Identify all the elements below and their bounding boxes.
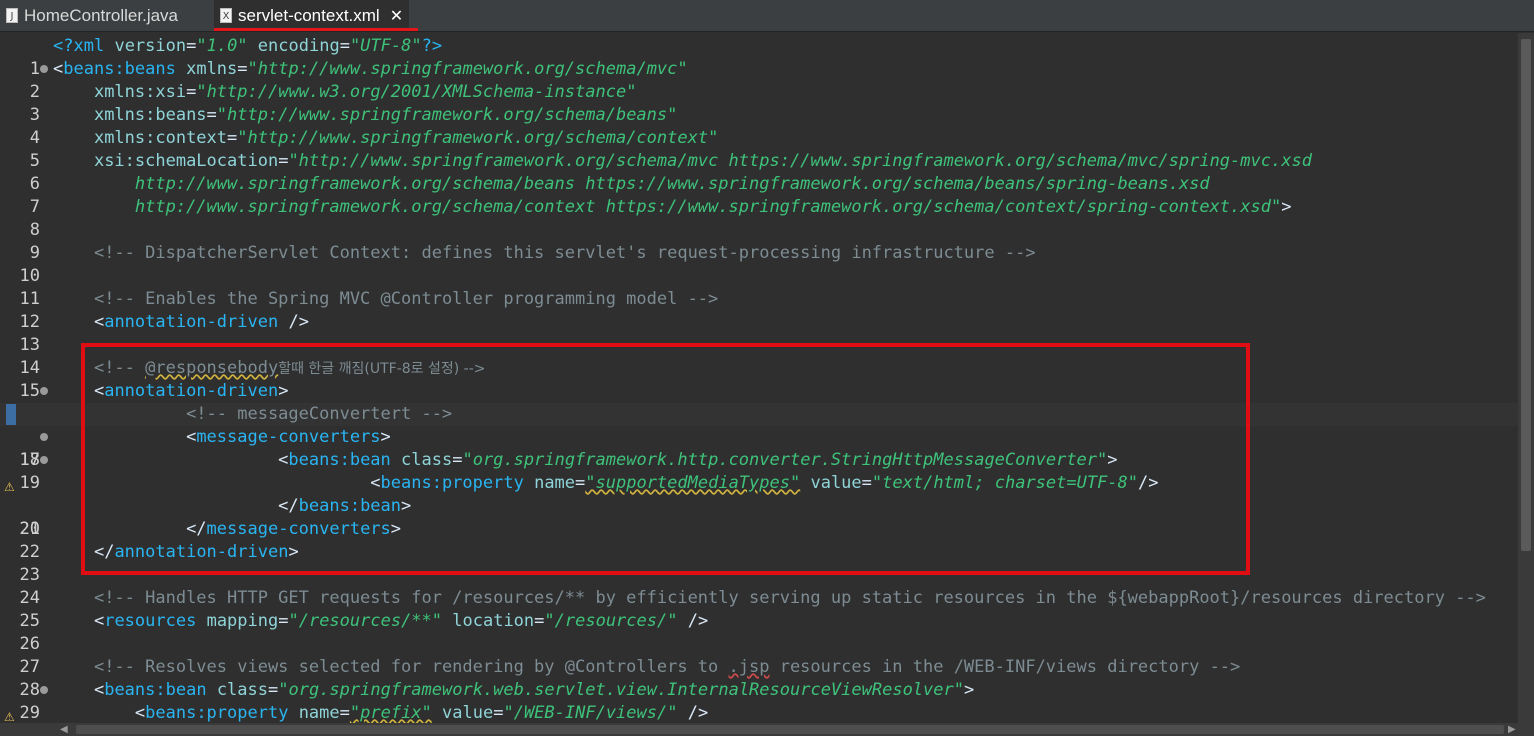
horizontal-scroll-thumb[interactable] bbox=[76, 725, 1504, 734]
code-line: 15 <!-- @responsebody할때 한글 깨짐(UTF-8로 설정)… bbox=[0, 357, 1518, 401]
fold-toggle-icon[interactable] bbox=[40, 686, 48, 694]
fold-toggle-icon[interactable] bbox=[40, 456, 48, 464]
active-tab-underline bbox=[214, 28, 418, 31]
code-line: 25 <!-- Handles HTTP GET requests for /r… bbox=[0, 587, 1518, 631]
xml-file-icon: X bbox=[220, 8, 232, 23]
scroll-left-icon[interactable]: ◀ bbox=[60, 723, 68, 736]
code-line: 12 <!-- Enables the Spring MVC @Controll… bbox=[0, 288, 1518, 332]
editor-tab-bar: J HomeController.java X servlet-context.… bbox=[0, 0, 1534, 32]
code-line: 9 bbox=[0, 219, 1518, 263]
code-line: 14 bbox=[0, 334, 1518, 378]
fold-toggle-icon[interactable] bbox=[40, 65, 48, 73]
code-line: 26 <resources mapping="/resources/**" lo… bbox=[0, 610, 1518, 654]
code-line: 6 xsi:schemaLocation="http://www.springf… bbox=[0, 150, 1518, 194]
vertical-scroll-thumb[interactable] bbox=[1521, 39, 1531, 551]
tab-label: servlet-context.xml bbox=[238, 5, 380, 25]
code-line: 5 xmlns:context="http://www.springframew… bbox=[0, 127, 1518, 171]
code-line: 1 <?xml version="1.0" encoding="UTF-8"?> bbox=[0, 35, 1518, 79]
warning-icon[interactable]: ⚠ bbox=[4, 706, 15, 723]
code-line: 21 </beans:bean> bbox=[0, 495, 1518, 539]
code-line: 23 </annotation-driven> bbox=[0, 541, 1518, 585]
tab-label: HomeController.java bbox=[24, 5, 179, 25]
close-icon[interactable]: ✕ bbox=[390, 6, 403, 25]
code-line: 7 http://www.springframework.org/schema/… bbox=[0, 173, 1518, 217]
code-line: 11 bbox=[0, 265, 1518, 309]
code-line: 18 <message-converters> bbox=[0, 426, 1518, 470]
code-line: 2 <beans:beans xmlns="http://www.springf… bbox=[0, 58, 1518, 102]
current-line-marker bbox=[6, 404, 16, 425]
code-line-current: 17 <!-- messageConvertert --> bbox=[0, 403, 1518, 470]
code-line: 8 http://www.springframework.org/schema/… bbox=[0, 196, 1518, 240]
code-line: ⚠ 30 <beans:property name="prefix" value… bbox=[0, 702, 1518, 723]
code-line: ⚠ 20 <beans:property name="supportedMedi… bbox=[0, 472, 1518, 539]
vertical-scrollbar[interactable] bbox=[1518, 33, 1534, 723]
code-line: 19 <beans:bean class="org.springframewor… bbox=[0, 449, 1518, 493]
fold-toggle-icon[interactable] bbox=[40, 433, 48, 441]
code-line: 28 <!-- Resolves views selected for rend… bbox=[0, 656, 1518, 700]
code-editor[interactable]: 1 <?xml version="1.0" encoding="UTF-8"?>… bbox=[0, 33, 1518, 723]
scroll-right-icon[interactable]: ▶ bbox=[1508, 723, 1516, 736]
fold-toggle-icon[interactable] bbox=[40, 387, 48, 395]
horizontal-scrollbar[interactable]: ◀ ▶ bbox=[0, 723, 1534, 736]
code-line: 13 <annotation-driven /> bbox=[0, 311, 1518, 355]
tab-servlet-context[interactable]: X servlet-context.xml ✕ bbox=[214, 0, 410, 31]
code-line: 27 bbox=[0, 633, 1518, 677]
code-line: 22 </message-converters> bbox=[0, 518, 1518, 562]
code-line: 29 <beans:bean class="org.springframewor… bbox=[0, 679, 1518, 723]
code-line: 3 xmlns:xsi="http://www.w3.org/2001/XMLS… bbox=[0, 81, 1518, 125]
java-file-icon: J bbox=[6, 8, 18, 23]
tab-home-controller[interactable]: J HomeController.java bbox=[6, 0, 178, 31]
code-line: 16 <annotation-driven> bbox=[0, 380, 1518, 424]
code-line: 10 <!-- DispatcherServlet Context: defin… bbox=[0, 242, 1518, 286]
code-line: 4 xmlns:beans="http://www.springframewor… bbox=[0, 104, 1518, 148]
code-line: 24 bbox=[0, 564, 1518, 608]
